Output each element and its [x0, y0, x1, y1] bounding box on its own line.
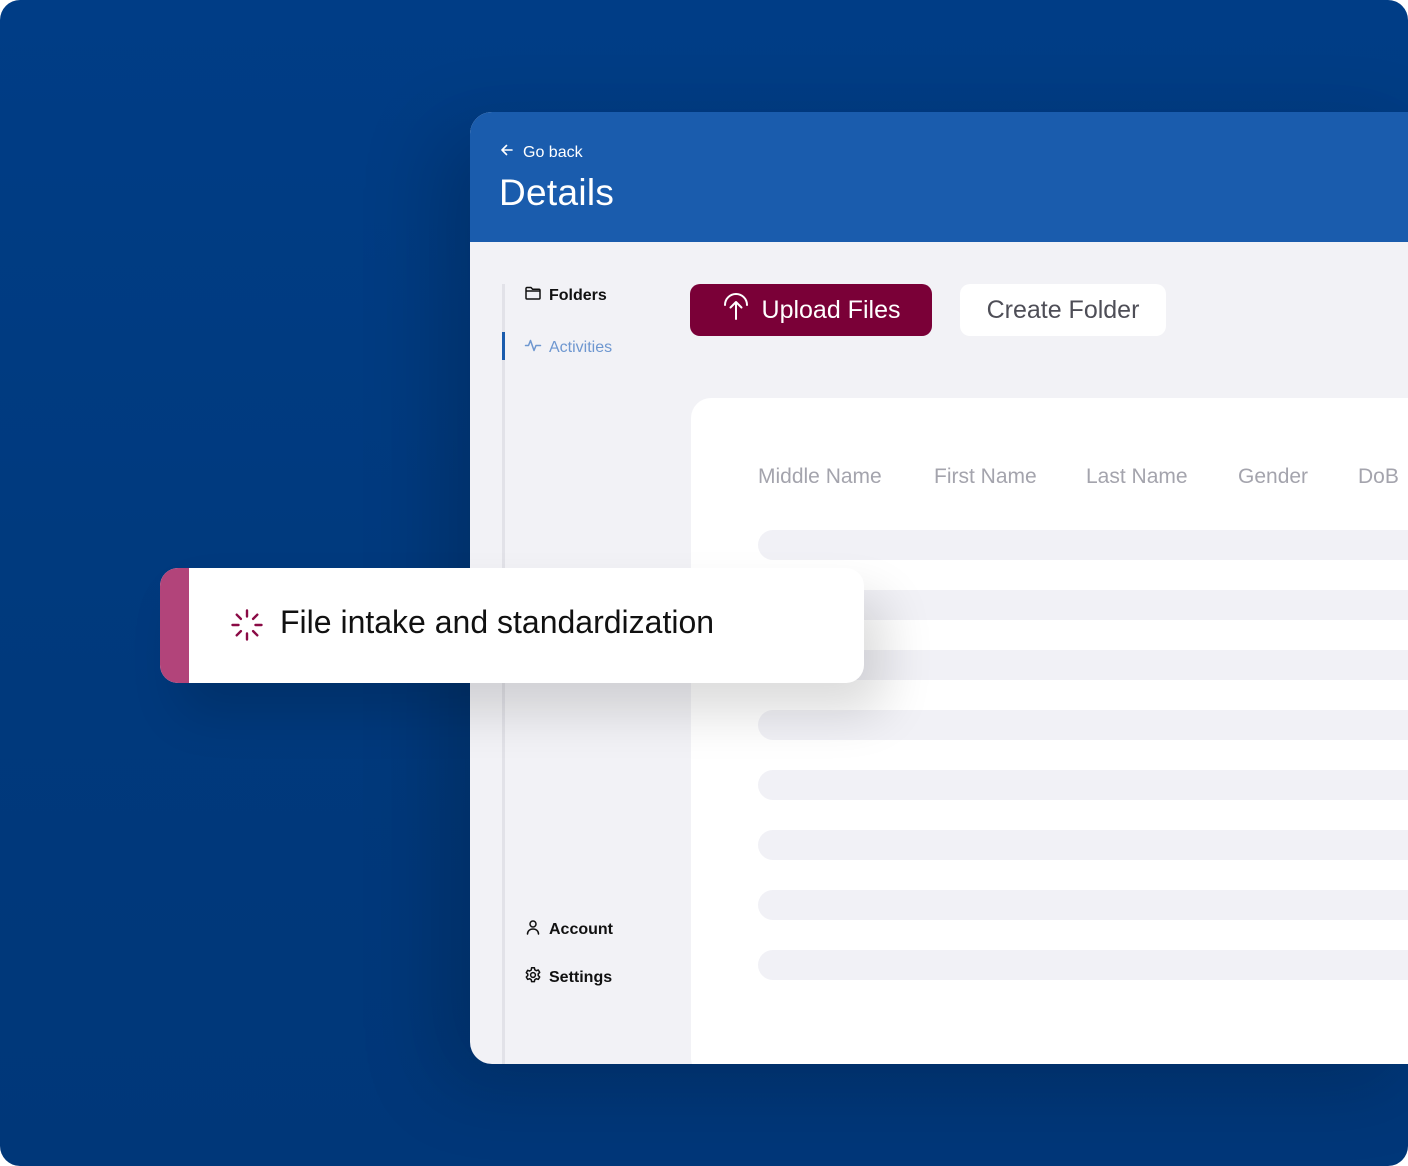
go-back-label: Go back — [523, 143, 583, 161]
gear-icon — [524, 966, 542, 989]
sidebar-item-label: Settings — [549, 968, 613, 986]
activity-icon — [524, 336, 542, 359]
sidebar-item-settings[interactable]: Settings — [524, 966, 612, 989]
table-row-skeleton — [758, 710, 1408, 740]
sidebar-item-folders[interactable]: Folders — [524, 284, 607, 307]
table-row-skeleton — [758, 530, 1408, 560]
create-folder-label: Create Folder — [986, 295, 1140, 324]
upload-files-label: Upload Files — [761, 295, 901, 324]
table-row-skeleton — [758, 890, 1408, 920]
user-icon — [524, 918, 542, 941]
upload-files-button[interactable]: Upload Files — [690, 284, 932, 336]
sidebar-item-activities[interactable]: Activities — [524, 336, 612, 359]
column-header-gender[interactable]: Gender — [1238, 465, 1308, 489]
go-back-link[interactable]: Go back — [499, 142, 583, 163]
column-header-first-name[interactable]: First Name — [934, 465, 1037, 489]
status-toast: File intake and standardization — [160, 568, 864, 683]
table-card: Middle Name First Name Last Name Gender … — [691, 398, 1408, 1064]
sidebar-item-label: Folders — [549, 286, 607, 304]
table-row-skeleton — [758, 830, 1408, 860]
sidebar-active-indicator — [502, 332, 505, 360]
column-header-last-name[interactable]: Last Name — [1086, 465, 1188, 489]
column-header-middle-name[interactable]: Middle Name — [758, 465, 882, 489]
page-title: Details — [499, 172, 615, 213]
upload-icon — [722, 292, 750, 328]
column-header-dob[interactable]: DoB — [1358, 465, 1399, 489]
sidebar-item-label: Activities — [549, 338, 613, 356]
app-background: Go back Details Folders Activities Accou… — [0, 0, 1408, 1166]
page-header: Go back Details — [470, 112, 1408, 242]
create-folder-button[interactable]: Create Folder — [960, 284, 1166, 336]
table-row-skeleton — [758, 950, 1408, 980]
folder-icon — [524, 284, 542, 307]
toast-message: File intake and standardization — [280, 604, 715, 640]
toast-accent-bar — [160, 568, 189, 683]
sidebar-item-label: Account — [549, 920, 613, 938]
table-row-skeleton — [758, 770, 1408, 800]
spinner-icon — [230, 608, 264, 642]
arrow-left-icon — [499, 142, 515, 163]
sidebar-item-account[interactable]: Account — [524, 918, 613, 941]
